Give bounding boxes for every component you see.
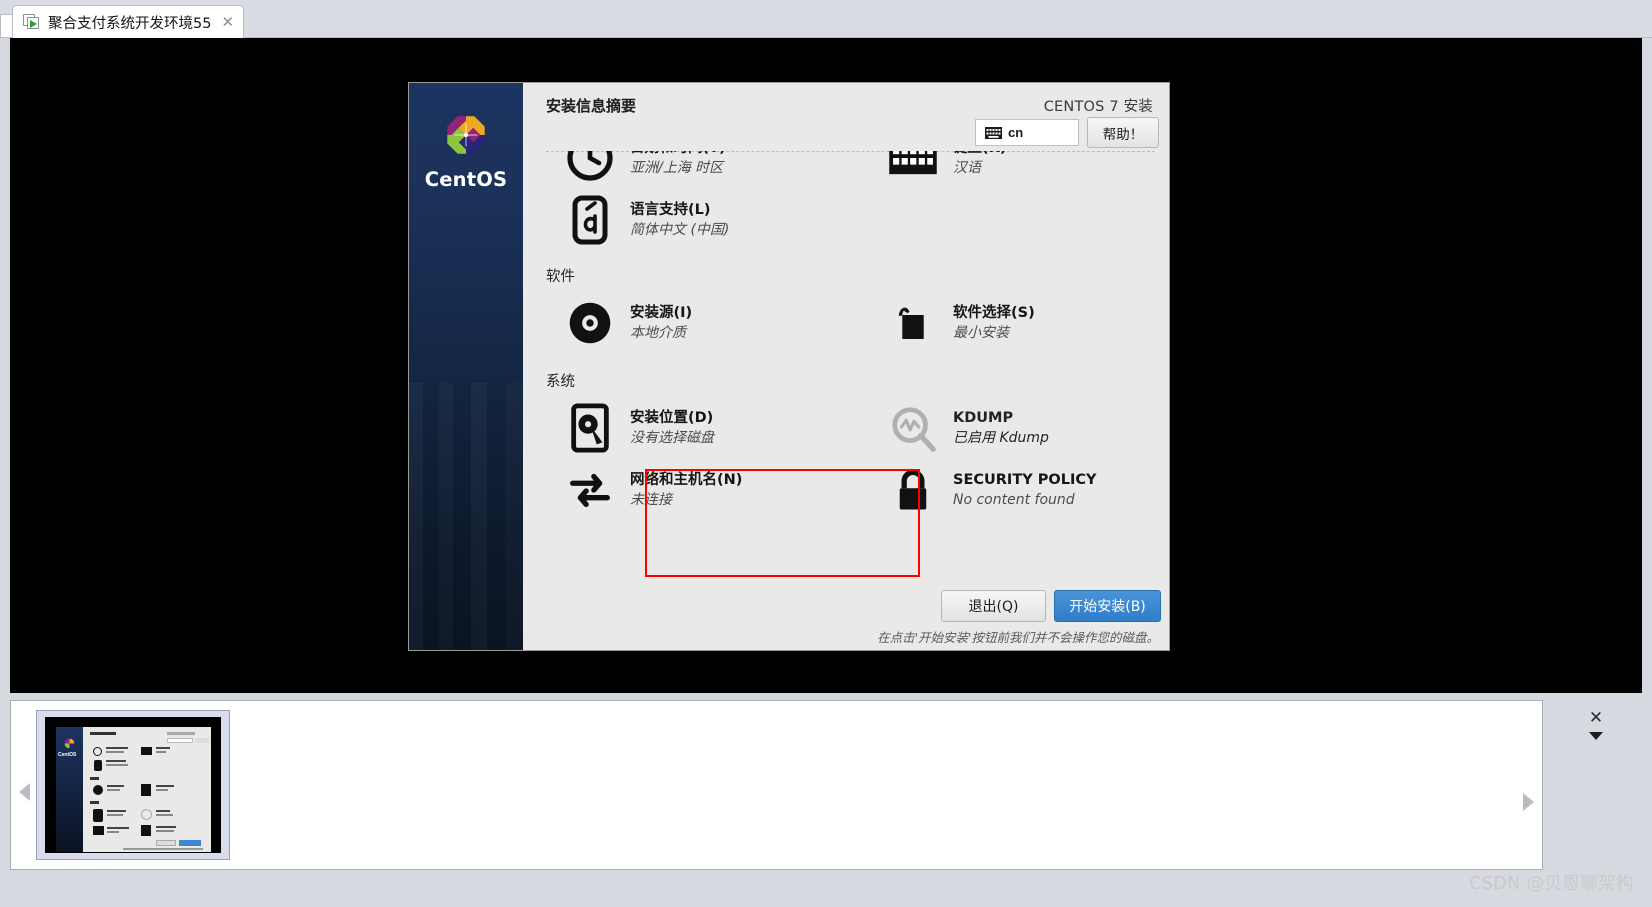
centos-logo-icon: [63, 737, 76, 750]
lock-icon: [887, 464, 939, 516]
keyboard-icon: [985, 126, 1002, 139]
hub-item-installation-destination[interactable]: 安装位置(D) 没有选择磁盘: [523, 397, 846, 459]
chevron-down-icon[interactable]: [1589, 732, 1603, 740]
install-header-label: CENTOS 7 安装: [1043, 99, 1153, 115]
arrow-left-icon[interactable]: [19, 783, 30, 801]
vm-play-icon: [23, 14, 41, 30]
installer-footer: 退出(Q) 开始安装(B) 在点击'开始安装'按钮前我们并不会操作您的磁盘。: [523, 586, 1169, 650]
vm-tab[interactable]: 聚合支付系统开发环境55 ✕: [12, 5, 244, 38]
language-icon: [564, 194, 616, 246]
hub-title: 安装位置(D): [630, 409, 714, 426]
hub-subtitle: 没有选择磁盘: [630, 430, 714, 446]
tab-bar: 聚合支付系统开发环境55 ✕: [0, 0, 1652, 38]
installer-content: 安装信息摘要 CENTOS 7 安装 cn 帮助！ 亚洲/上海 时区 汉语 语言…: [523, 83, 1169, 650]
hub-subtitle: 汉语: [953, 160, 981, 176]
hub-subtitle: 亚洲/上海 时区: [630, 160, 724, 176]
keyboard-layout-value: cn: [1008, 125, 1024, 140]
hub-item-language-support[interactable]: 语言支持(L) 简体中文 (中国): [523, 189, 846, 251]
disc-icon: [564, 297, 616, 349]
hub-title: 语言支持(L): [630, 201, 711, 218]
hub-title: 网络和主机名(N): [630, 471, 743, 488]
keyboard-icon: [887, 151, 939, 184]
hub-item-installation-source[interactable]: 安装源(I) 本地介质: [523, 292, 846, 354]
hub-subtitle: 本地介质: [630, 325, 686, 341]
package-icon: [887, 297, 939, 349]
help-button[interactable]: 帮助！: [1087, 117, 1159, 148]
centos-brand-text: CentOS: [424, 168, 508, 191]
hub-item-software-selection[interactable]: 软件选择(S) 最小安装: [846, 292, 1169, 354]
begin-installation-button[interactable]: 开始安装(B): [1054, 590, 1161, 622]
hub-subtitle: 未连接: [630, 492, 672, 508]
hub-item-network-hostname[interactable]: 网络和主机名(N) 未连接: [523, 459, 846, 521]
centos-brand-text: CentOS: [58, 752, 77, 758]
hub-subtitle: No content found: [953, 492, 1075, 508]
vm-tab-title: 聚合支付系统开发环境55: [48, 15, 212, 32]
section-system: 系统 安装位置(D) 没有选择磁盘 KDUMP 已启用 Kdump 网络和主机名…: [523, 370, 1169, 521]
hub-title: 安装源(I): [630, 304, 693, 321]
filmstrip-side-controls: ✕: [1545, 700, 1652, 870]
centos-sidebar: CentOS: [409, 83, 523, 650]
section-localization: 日期和时间(T) 亚洲/上海 时区: [523, 151, 1169, 251]
hub-title: 软件选择(S): [953, 304, 1035, 321]
centos-logo-icon: [440, 109, 492, 161]
section-title-system: 系统: [546, 374, 575, 390]
installer-topbar: 安装信息摘要 CENTOS 7 安装 cn 帮助！: [523, 83, 1169, 151]
section-title-software: 软件: [546, 269, 575, 285]
hub-subtitle: 最小安装: [953, 325, 1009, 341]
vm-viewport[interactable]: CentOS 安装信息摘要 CENTOS 7 安装 cn 帮助！ 亚洲/上海 时…: [10, 38, 1642, 693]
snapshot-filmstrip[interactable]: CentOS: [10, 700, 1543, 870]
magnifier-icon: [887, 402, 939, 454]
page-title: 安装信息摘要: [546, 97, 637, 115]
watermark: CSDN @贝恩聊架构: [1469, 874, 1634, 894]
hub-title: 日期和时间(T): [630, 151, 726, 156]
arrow-right-icon[interactable]: [1523, 793, 1534, 811]
hub-scroll-area[interactable]: 日期和时间(T) 亚洲/上海 时区: [523, 151, 1169, 586]
hub-item-date-time[interactable]: 日期和时间(T) 亚洲/上海 时区: [523, 151, 846, 189]
hub-title: KDUMP: [953, 409, 1014, 426]
hub-item-keyboard[interactable]: 键盘(K) 汉语: [846, 151, 1169, 189]
clock-icon: [564, 151, 616, 184]
hub-item-kdump[interactable]: KDUMP 已启用 Kdump: [846, 397, 1169, 459]
hub-subtitle: 已启用 Kdump: [953, 430, 1049, 446]
anaconda-installer-dialog: CentOS 安装信息摘要 CENTOS 7 安装 cn 帮助！ 亚洲/上海 时…: [409, 83, 1169, 650]
close-icon[interactable]: ✕: [1585, 706, 1607, 728]
section-software: 软件 安装源(I) 本地介质 软件选择(S) 最小安装: [523, 265, 1169, 354]
footer-note: 在点击'开始安装'按钮前我们并不会操作您的磁盘。: [877, 630, 1159, 645]
hub-item-security-policy[interactable]: SECURITY POLICY No content found: [846, 459, 1169, 521]
hub-subtitle: 简体中文 (中国): [630, 222, 730, 238]
keyboard-layout-indicator[interactable]: cn: [975, 119, 1079, 146]
vmware-window: 聚合支付系统开发环境55 ✕ CentOS 安装信息摘要 CENTOS 7 安装…: [0, 0, 1652, 907]
network-arrows-icon: [564, 464, 616, 516]
close-icon[interactable]: ✕: [218, 12, 237, 32]
quit-button[interactable]: 退出(Q): [941, 590, 1046, 622]
harddisk-icon: [564, 402, 616, 454]
hub-title: SECURITY POLICY: [953, 471, 1097, 488]
snapshot-thumbnail[interactable]: CentOS: [36, 710, 230, 860]
hub-title: 键盘(K): [953, 151, 1007, 156]
